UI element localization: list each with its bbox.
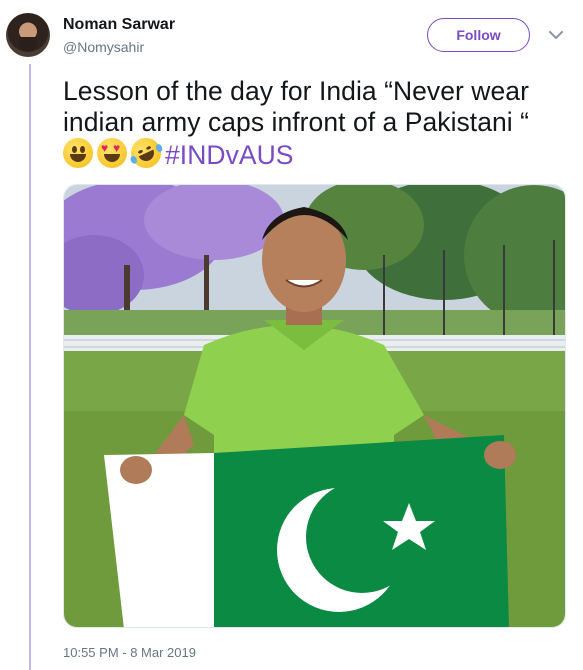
tweet-timestamp[interactable]: 10:55 PM - 8 Mar 2019: [63, 645, 196, 660]
tweet-text-line-1: Lesson of the day for India “Never wear: [63, 76, 529, 106]
author-name[interactable]: Noman Sarwar: [63, 16, 175, 34]
avatar-beard: [19, 37, 37, 51]
follow-button[interactable]: Follow: [427, 18, 530, 52]
tweet-text-line-2: indian army caps infront of a Pakistani …: [63, 107, 530, 137]
rofl-emoji-icon: [126, 133, 166, 173]
smiley-emoji-icon: [63, 138, 93, 168]
author-handle[interactable]: @Nomysahir: [63, 39, 144, 55]
thread-connector-line: [29, 64, 31, 670]
avatar[interactable]: [6, 13, 50, 57]
heart-eyes-emoji-icon: ♥ ♥: [97, 138, 127, 168]
tweet-text: Lesson of the day for India “Never wear …: [63, 76, 568, 173]
tweet-photo[interactable]: [63, 184, 566, 628]
hashtag-link[interactable]: #INDvAUS: [165, 140, 294, 170]
chevron-down-icon[interactable]: [548, 27, 564, 43]
tweet-text-line-3: ♥ ♥ #INDvAUS: [63, 133, 568, 173]
